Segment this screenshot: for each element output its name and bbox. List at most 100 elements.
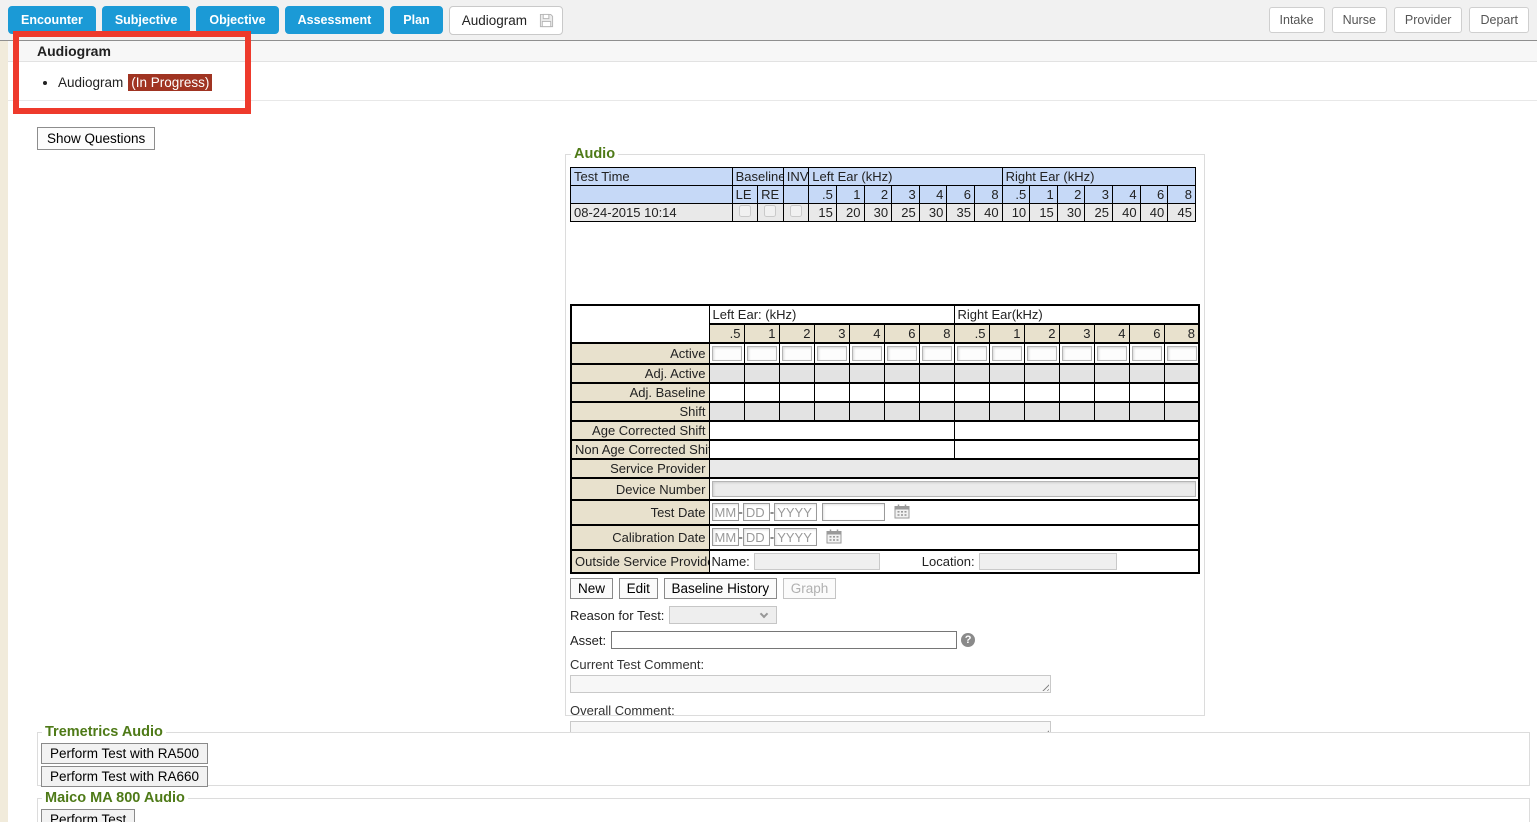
active-input[interactable]: [817, 346, 847, 361]
freq-header: 2: [779, 324, 814, 343]
plan-button[interactable]: Plan: [390, 6, 442, 34]
osp-location-label: Location:: [922, 554, 975, 569]
calibration-date-yyyy-input[interactable]: [774, 528, 817, 546]
perform-test-ra660-button[interactable]: Perform Test with RA660: [41, 766, 208, 787]
reason-for-test-select[interactable]: [669, 606, 777, 624]
baseline-re-checkbox: [764, 205, 776, 217]
test-date-mm-input[interactable]: [712, 503, 739, 521]
calendar-icon[interactable]: [826, 529, 842, 547]
tab-audiogram[interactable]: Audiogram: [449, 6, 563, 35]
freq-header: 6: [1140, 186, 1168, 204]
freq-header: 8: [1168, 186, 1196, 204]
audio-history-table: Test Time Baseline INV Left Ear (kHz) Ri…: [570, 167, 1196, 222]
freq-header: 4: [1113, 186, 1141, 204]
inv-checkbox: [790, 205, 802, 217]
active-input[interactable]: [887, 346, 917, 361]
row-label-adj-baseline: Adj. Baseline: [571, 383, 709, 402]
save-icon[interactable]: [539, 13, 554, 28]
left-value: 40: [974, 204, 1002, 222]
inv-cell: [783, 204, 809, 222]
perform-test-button[interactable]: Perform Test: [41, 809, 135, 822]
status-badge: (In Progress): [128, 74, 212, 91]
reason-for-test-row: Reason for Test:: [570, 606, 1200, 624]
active-input[interactable]: [782, 346, 812, 361]
freq-header: 4: [849, 324, 884, 343]
calibration-date-mm-input[interactable]: [712, 528, 739, 546]
active-input[interactable]: [1132, 346, 1162, 361]
active-input[interactable]: [992, 346, 1022, 361]
active-input[interactable]: [1167, 346, 1197, 361]
row-label-test-date: Test Date: [571, 500, 709, 525]
assessment-button[interactable]: Assessment: [285, 6, 385, 34]
baseline-history-button[interactable]: Baseline History: [664, 578, 778, 599]
row-label-calibration-date: Calibration Date: [571, 525, 709, 550]
new-button[interactable]: New: [570, 578, 613, 599]
left-value: 30: [919, 204, 947, 222]
test-date-yyyy-input[interactable]: [774, 503, 817, 521]
left-value: 25: [892, 204, 920, 222]
freq-header: 3: [1059, 324, 1094, 343]
device-number-input: [712, 481, 1197, 497]
intake-button[interactable]: Intake: [1269, 7, 1325, 33]
freq-header: 8: [974, 186, 1002, 204]
audiogram-list: Audiogram (In Progress): [8, 62, 1537, 101]
row-label-non-age-corrected-shift: Non Age Corrected Shift: [571, 440, 709, 459]
tremetrics-fieldset: Tremetrics Audio Perform Test with RA500…: [37, 724, 1530, 786]
edit-button[interactable]: Edit: [619, 578, 658, 599]
active-input[interactable]: [712, 346, 742, 361]
active-input[interactable]: [1062, 346, 1092, 361]
freq-header: 3: [892, 186, 920, 204]
depart-button[interactable]: Depart: [1469, 7, 1529, 33]
encounter-button[interactable]: Encounter: [8, 6, 96, 34]
chevron-down-icon: [760, 610, 768, 618]
freq-header: 2: [1024, 324, 1059, 343]
active-input[interactable]: [1027, 346, 1057, 361]
left-value: 15: [809, 204, 837, 222]
freq-header: .5: [809, 186, 837, 204]
active-input[interactable]: [852, 346, 882, 361]
perform-test-ra500-button[interactable]: Perform Test with RA500: [41, 743, 208, 764]
subjective-button[interactable]: Subjective: [102, 6, 191, 34]
test-date-dd-input[interactable]: [743, 503, 770, 521]
freq-header: 3: [814, 324, 849, 343]
audiogram-item-label: Audiogram: [58, 75, 123, 90]
help-icon[interactable]: ?: [961, 633, 975, 647]
freq-header: 6: [1129, 324, 1164, 343]
objective-button[interactable]: Objective: [196, 6, 278, 34]
active-input[interactable]: [922, 346, 952, 361]
asset-input[interactable]: [611, 631, 957, 649]
row-label-device-number: Device Number: [571, 478, 709, 500]
nurse-button[interactable]: Nurse: [1332, 7, 1387, 33]
right-value: 40: [1140, 204, 1168, 222]
col-right-ear: Right Ear (kHz): [1002, 168, 1195, 186]
freq-header: 2: [1057, 186, 1085, 204]
history-row[interactable]: 08-24-2015 10:14 15 20 30 25 30 35 40 10…: [571, 204, 1196, 222]
calibration-date-dd-input[interactable]: [743, 528, 770, 546]
test-time-input[interactable]: [822, 503, 885, 521]
current-test-comment-textarea[interactable]: [570, 675, 1051, 693]
right-value: 45: [1168, 204, 1196, 222]
calendar-icon[interactable]: [894, 504, 910, 522]
active-input[interactable]: [957, 346, 987, 361]
provider-button[interactable]: Provider: [1394, 7, 1463, 33]
left-value: 20: [836, 204, 864, 222]
right-value: 40: [1113, 204, 1141, 222]
left-value: 35: [947, 204, 975, 222]
row-label-service-provider: Service Provider: [571, 459, 709, 478]
asset-label: Asset:: [570, 633, 606, 648]
row-label-active: Active: [571, 343, 709, 364]
service-provider-value-cell: [709, 459, 1199, 478]
right-value: 25: [1085, 204, 1113, 222]
overall-comment-label: Overall Comment:: [570, 703, 1200, 718]
graph-button: Graph: [783, 578, 837, 599]
col-empty: [571, 186, 733, 204]
resize-handle-icon[interactable]: [1040, 682, 1049, 691]
active-input[interactable]: [747, 346, 777, 361]
freq-header: 3: [1085, 186, 1113, 204]
spacer: [570, 222, 1200, 304]
non-age-corrected-left-cell: [709, 440, 954, 459]
active-input[interactable]: [1097, 346, 1127, 361]
freq-header: .5: [709, 324, 744, 343]
audiogram-list-item[interactable]: Audiogram (In Progress): [58, 75, 1537, 90]
show-questions-button[interactable]: Show Questions: [37, 127, 155, 150]
